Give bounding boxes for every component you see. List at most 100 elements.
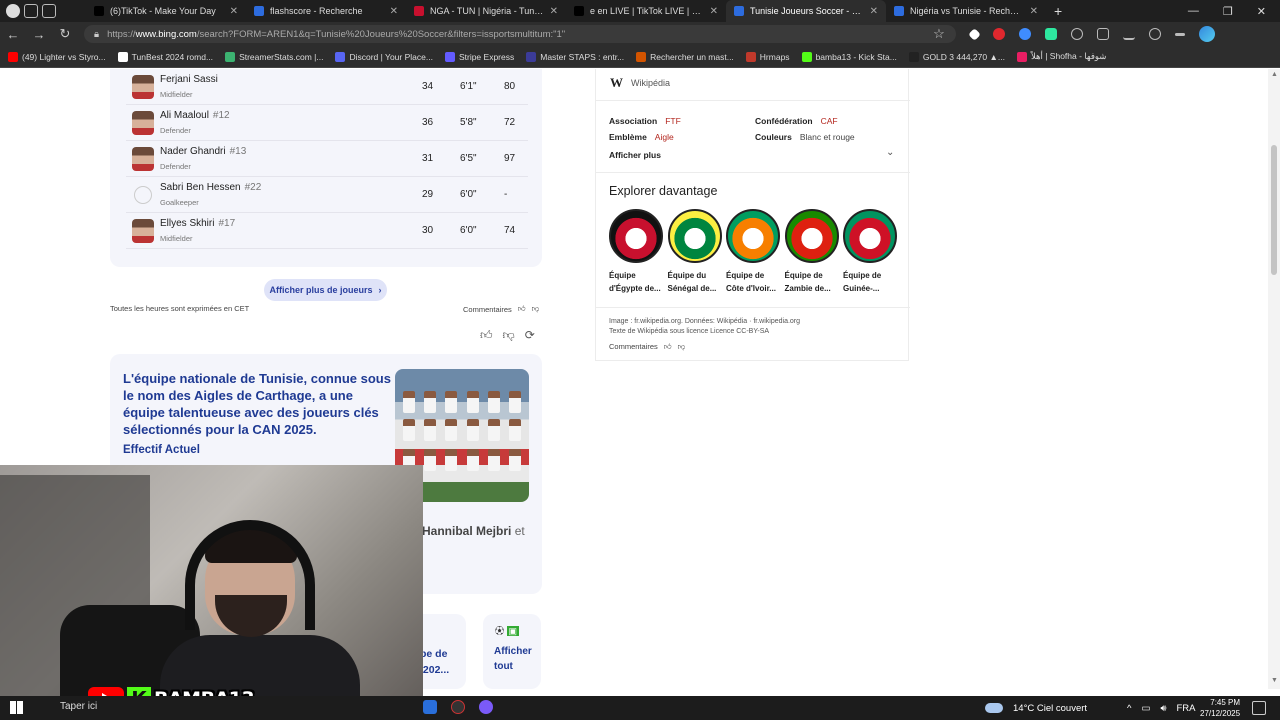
new-tab-button[interactable]: + bbox=[1046, 3, 1070, 19]
player-row[interactable]: Nader Ghandri #13 Defender 31 6'5" 97 bbox=[126, 141, 528, 177]
player-row[interactable]: Sabri Ben Hessen #22 Goalkeeper 29 6'0" - bbox=[126, 177, 528, 213]
clock[interactable]: 7:45 PM 27/12/2025 bbox=[1200, 696, 1240, 720]
close-tab-icon[interactable]: ✕ bbox=[550, 6, 558, 17]
team-crest-icon bbox=[843, 209, 897, 263]
bookmark-item[interactable]: (49) Lighter vs Styro... bbox=[8, 51, 106, 62]
players-table: Ferjani Sassi Midfielder 34 6'1" 80 Ali Maalo… bbox=[110, 69, 542, 267]
show-more-players-button[interactable]: Afficher plus de joueurs › bbox=[264, 279, 387, 301]
share-icon[interactable]: ⟳ bbox=[525, 328, 535, 343]
like-icon[interactable]: 👍︎ bbox=[480, 328, 493, 343]
explore-item[interactable]: Équipe de Guinée-... bbox=[843, 209, 897, 295]
browser-tab[interactable]: NGA - TUN | Nigéria - Tunisie EN ✕ bbox=[406, 0, 566, 22]
player-row[interactable]: Ellyes Skhiri #17 Midfielder 30 6'0" 74 bbox=[126, 213, 528, 249]
player-rating: 72 bbox=[504, 117, 516, 128]
profile-icon[interactable] bbox=[6, 4, 20, 18]
bookmark-item[interactable]: أهلاً | Shofha - شوفها bbox=[1016, 51, 1106, 62]
url-field[interactable]: 🔒︎ https://www.bing.com/search?FORM=AREN… bbox=[84, 25, 956, 43]
browser-tab[interactable]: flashscore - Recherche ✕ bbox=[246, 0, 406, 22]
fact-label: Association bbox=[609, 116, 658, 126]
bookmark-item[interactable]: Rechercher un mast... bbox=[636, 51, 734, 62]
browser-tab[interactable]: e en LIVE | TikTok LIVE | ظاهر ✕ bbox=[566, 0, 726, 22]
explore-item[interactable]: Équipe d'Égypte de... bbox=[609, 209, 663, 295]
bookmark-item[interactable]: Discord | Your Place... bbox=[335, 51, 433, 62]
tab-actions-icon[interactable] bbox=[42, 4, 56, 18]
scroll-up-icon[interactable]: ▲ bbox=[1271, 71, 1278, 78]
windows-start-icon[interactable] bbox=[10, 701, 23, 714]
close-tab-icon[interactable]: ✕ bbox=[230, 6, 238, 17]
player-height: 6'0" bbox=[460, 225, 477, 236]
bookmark-item[interactable]: Master STAPS : entr... bbox=[526, 51, 624, 62]
minimize-icon[interactable]: — bbox=[1188, 5, 1199, 18]
close-tab-icon[interactable]: ✕ bbox=[1030, 6, 1038, 17]
performance-icon[interactable] bbox=[1149, 28, 1161, 40]
scroll-down-icon[interactable]: ▼ bbox=[1271, 677, 1278, 684]
bookmark-favicon-icon bbox=[526, 51, 537, 62]
explore-item[interactable]: Équipe de Zambie de... bbox=[784, 209, 839, 295]
explore-item[interactable]: Équipe du Sénégal de... bbox=[667, 209, 722, 295]
scrollbar-thumb[interactable] bbox=[1271, 145, 1277, 275]
thumbs-up-icon[interactable]: 👍︎ bbox=[518, 304, 526, 314]
player-name: Sabri Ben Hessen #22 bbox=[160, 182, 262, 193]
copilot-icon[interactable] bbox=[1199, 26, 1215, 42]
show-all-card[interactable]: ⚽︎ ▣ Afficher tout bbox=[483, 614, 541, 689]
fact-value[interactable]: FTF bbox=[665, 116, 681, 126]
dislike-icon[interactable]: 👎︎ bbox=[503, 328, 515, 343]
favorite-star-icon[interactable]: ☆ bbox=[926, 26, 952, 42]
player-row[interactable]: Ali Maaloul #12 Defender 36 5'8" 72 bbox=[126, 105, 528, 141]
app-purple-icon[interactable] bbox=[479, 700, 493, 714]
fact-value[interactable]: CAF bbox=[821, 116, 838, 126]
close-tab-icon[interactable]: ✕ bbox=[390, 6, 398, 17]
obs-app-icon[interactable] bbox=[451, 700, 465, 714]
volume-icon[interactable]: 🔊︎ bbox=[1160, 703, 1166, 714]
team-crest-icon bbox=[784, 209, 839, 263]
knowledge-panel: W Wikipédia Association FTF Confédération C… bbox=[595, 69, 910, 361]
more-menu-icon[interactable] bbox=[1175, 32, 1185, 36]
extension-blue-icon[interactable] bbox=[1019, 28, 1031, 40]
extension-refresh-icon[interactable] bbox=[1071, 28, 1083, 40]
back-icon[interactable]: ← bbox=[0, 27, 26, 42]
explore-item[interactable]: Équipe de Côte d'Ivoir... bbox=[726, 209, 780, 295]
downloads-icon[interactable] bbox=[1123, 28, 1135, 40]
fact-value[interactable]: Aigle bbox=[655, 132, 674, 142]
extension-diamond-icon[interactable] bbox=[968, 27, 981, 41]
refresh-icon[interactable]: ↻ bbox=[52, 26, 78, 42]
maximize-icon[interactable]: ❐ bbox=[1223, 5, 1233, 18]
tray-chevron-icon[interactable]: ^ bbox=[1127, 703, 1131, 714]
close-tab-icon[interactable]: ✕ bbox=[870, 6, 878, 17]
bookmark-item[interactable]: Hrmaps bbox=[745, 51, 790, 62]
split-screen-icon[interactable] bbox=[1097, 28, 1109, 40]
extension-red-icon[interactable] bbox=[993, 28, 1005, 40]
language-indicator[interactable]: FRA bbox=[1176, 703, 1195, 714]
close-window-icon[interactable]: ✕ bbox=[1257, 5, 1266, 18]
browser-tab[interactable]: (6)TikTok - Make Your Day ✕ bbox=[86, 0, 246, 22]
taskbar: Taper ici 14°C Ciel couvert ^ ▭ 🔊︎ FRA 7… bbox=[0, 696, 1280, 720]
extension-green-icon[interactable] bbox=[1045, 28, 1057, 40]
bookmark-item[interactable]: bamba13 - Kick Sta... bbox=[801, 51, 897, 62]
edge-app-icon[interactable] bbox=[423, 700, 437, 714]
bookmark-item[interactable]: StreamerStats.com |... bbox=[225, 51, 323, 62]
player-row[interactable]: Ferjani Sassi Midfielder 34 6'1" 80 bbox=[126, 69, 528, 105]
player-height: 6'1" bbox=[460, 81, 477, 92]
weather-text[interactable]: 14°C Ciel couvert bbox=[1013, 703, 1087, 714]
network-icon[interactable]: ▭ bbox=[1142, 703, 1151, 714]
browser-tab[interactable]: Nigéria vs Tunisie - Recherche ✕ bbox=[886, 0, 1046, 22]
taskbar-apps bbox=[423, 700, 493, 714]
workspaces-icon[interactable] bbox=[24, 4, 38, 18]
show-more-facts[interactable]: Afficher plus bbox=[609, 150, 661, 160]
thumbs-down-icon[interactable]: 👎︎ bbox=[532, 304, 540, 314]
page-scrollbar[interactable]: ▲ ▼ bbox=[1268, 69, 1280, 689]
close-tab-icon[interactable]: ✕ bbox=[710, 6, 718, 17]
forward-icon[interactable]: → bbox=[26, 27, 52, 42]
notification-icon[interactable] bbox=[1252, 701, 1266, 715]
taskbar-search[interactable]: Taper ici bbox=[60, 701, 97, 712]
bookmark-item[interactable]: GOLD 3 444,270 ▲... bbox=[908, 51, 1005, 62]
bookmarks-bar: (49) Lighter vs Styro... TunBest 2024 rom… bbox=[0, 46, 1280, 68]
panel-comments-label: Commentaires bbox=[609, 342, 658, 351]
bookmark-item[interactable]: TunBest 2024 romd... bbox=[117, 51, 213, 62]
panel-thumbs-up-icon[interactable]: 👍︎ bbox=[664, 342, 672, 352]
browser-tab[interactable]: Tunisie Joueurs Soccer - Recherc ✕ bbox=[726, 0, 886, 22]
panel-thumbs-down-icon[interactable]: 👎︎ bbox=[678, 342, 686, 352]
chevron-down-icon[interactable]: ⌄ bbox=[886, 147, 894, 158]
wikipedia-source[interactable]: W Wikipédia bbox=[610, 75, 670, 91]
bookmark-item[interactable]: Stripe Express bbox=[444, 51, 514, 62]
